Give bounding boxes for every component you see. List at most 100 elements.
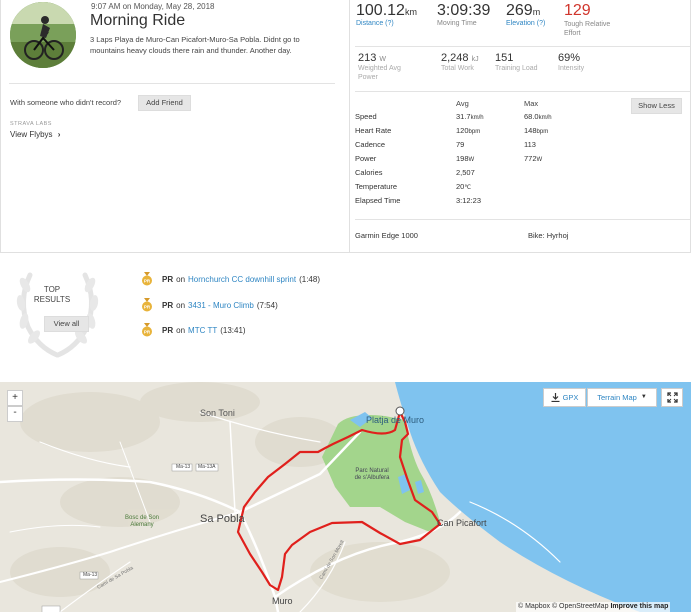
route-map[interactable]: Son Toni Platja de Muro Parc Natural de s… (0, 382, 691, 612)
table-row: Speed 31.7km/h 68.0km/h (355, 112, 585, 126)
panel-border-left (0, 0, 1, 252)
with-someone-text: With someone who didn't record? (10, 98, 122, 107)
row-avg: 2,507 (456, 168, 475, 177)
stat-distance-value: 100.12km (356, 2, 417, 19)
view-flybys-label: View Flybys (10, 130, 53, 139)
stat-moving-time-label: Moving Time (437, 20, 477, 27)
stat-moving-time-value: 3:09:39 (437, 2, 491, 19)
map-label: Muro (272, 596, 293, 606)
segment-link[interactable]: MTC TT (188, 326, 217, 335)
map-label: Bosc de Son Alemany (124, 515, 160, 528)
road-shield-label: Ma-13 (83, 572, 98, 578)
panel-divider (349, 0, 350, 252)
pr-item: PR PR on MTC TT (13:41) (141, 322, 246, 338)
terrain-map-label: Terrain Map (597, 393, 637, 402)
add-friend-button[interactable]: Add Friend (138, 95, 191, 111)
caret-down-icon: ▼ (640, 394, 647, 400)
panel-border-right (690, 0, 691, 252)
fullscreen-button[interactable] (661, 388, 683, 407)
stat-elevation-label[interactable]: Elevation (?) (506, 20, 545, 27)
pr-on-text: on (176, 300, 186, 310)
activity-date: 9:07 AM on Monday, May 28, 2018 (91, 2, 215, 11)
table-row: Power 198W 772W (355, 154, 585, 168)
row-max: 68.0km/h (524, 112, 552, 121)
pr-medal-text: PR (144, 305, 151, 310)
row-max: 772W (524, 154, 543, 163)
col-max-header: Max (524, 99, 539, 108)
segment-time: (1:48) (299, 274, 320, 284)
stat-intensity: 69% Intensity (558, 52, 584, 73)
stat-training-load: 151 Training Load (495, 52, 538, 73)
zoom-in-button[interactable]: + (7, 390, 23, 406)
laurel-wreath-icon (16, 272, 99, 358)
avatar-photo (10, 2, 76, 68)
pr-item: PR PR on Hornchurch CC downhill sprint (… (141, 271, 320, 287)
row-avg: 198W (456, 154, 475, 163)
stat-weighted-power-value: 213 W (358, 52, 387, 64)
row-label: Cadence (355, 140, 386, 149)
stat-tough-effort[interactable]: 129 Tough Relative Effort (564, 2, 610, 38)
col-avg-header: Avg (456, 99, 469, 108)
fullscreen-icon (666, 392, 678, 403)
row-label: Power (355, 154, 377, 163)
show-less-button[interactable]: Show Less (631, 98, 682, 114)
route-finish-marker (395, 406, 405, 416)
stat-distance: 100.12km Distance (?) (356, 2, 417, 27)
stat-weighted-power: 213 W Weighted Avg Power (358, 52, 401, 82)
avatar[interactable] (10, 2, 76, 68)
stat-training-load-label: Training Load (495, 65, 538, 72)
zoom-out-button[interactable]: - (7, 406, 23, 422)
pr-badge-text: PR (162, 300, 174, 310)
row-avg: 3:12:23 (456, 196, 482, 205)
stat-total-work: 2,248 kJ Total Work (441, 52, 479, 73)
attribution-text: © Mapbox © OpenStreetMap (518, 603, 609, 610)
stat-tough-value: 129 (564, 2, 591, 19)
improve-map-link[interactable]: Improve this map (610, 603, 668, 610)
stat-elevation: 269m Elevation (?) (506, 2, 545, 27)
pr-medal-text: PR (144, 330, 151, 335)
pr-on-text: on (176, 274, 186, 284)
pr-medal-icon: PR (141, 323, 153, 337)
table-row: Elapsed Time 3:12:23 (355, 196, 585, 210)
view-flybys-link[interactable]: View Flybys › (10, 130, 60, 139)
map-attribution: © Mapbox © OpenStreetMap Improve this ma… (516, 602, 671, 612)
stats-table: Speed 31.7km/h 68.0km/h Heart Rate 120bp… (355, 112, 585, 210)
terrain-map-dropdown[interactable]: Terrain Map ▼ (587, 388, 657, 407)
divider (355, 46, 690, 47)
stat-weighted-power-label: Weighted Avg Power (358, 65, 401, 81)
map-label: Platja de Muro (366, 415, 425, 425)
view-all-button[interactable]: View all (44, 316, 89, 332)
pr-medal-text: PR (144, 279, 151, 284)
map-canvas (0, 382, 691, 612)
gpx-download-button[interactable]: GPX (543, 388, 586, 407)
pr-item: PR PR on 3431 - Muro Climb (7:54) (141, 297, 278, 313)
map-label: Sa Pobla (200, 513, 245, 525)
stat-intensity-label: Intensity (558, 65, 585, 72)
strava-labs-label: STRAVA LABS (10, 121, 52, 127)
row-label: Heart Rate (355, 126, 392, 135)
map-label: Son Toni (200, 408, 235, 418)
activity-title: Morning Ride (90, 12, 186, 29)
stat-intensity-value: 69% (558, 52, 581, 64)
activity-description: 3 Laps Playa de Muro-Can Picafort-Muro-S… (90, 35, 300, 55)
table-row: Temperature 20℃ (355, 182, 585, 196)
panel-border-bottom (0, 252, 691, 253)
pr-medal-icon: PR (141, 298, 153, 312)
map-label: Can Picafort (437, 518, 487, 528)
row-avg: 120bpm (456, 126, 481, 135)
segment-time: (7:54) (256, 300, 278, 310)
table-row: Cadence 79 113 (355, 140, 585, 154)
row-avg: 79 (456, 140, 465, 149)
stat-distance-label[interactable]: Distance (?) (356, 20, 417, 27)
bike-name: Bike: Hyrhoj (528, 231, 569, 240)
download-icon (551, 393, 560, 402)
pr-badge-text: PR (162, 274, 174, 284)
segment-link[interactable]: Hornchurch CC downhill sprint (188, 275, 296, 284)
segment-link[interactable]: 3431 - Muro Climb (188, 301, 254, 310)
divider (9, 83, 335, 84)
divider (355, 219, 690, 220)
divider (355, 91, 690, 92)
row-avg: 31.7km/h (456, 112, 484, 121)
row-avg: 20℃ (456, 182, 472, 191)
row-max: 113 (524, 140, 536, 149)
